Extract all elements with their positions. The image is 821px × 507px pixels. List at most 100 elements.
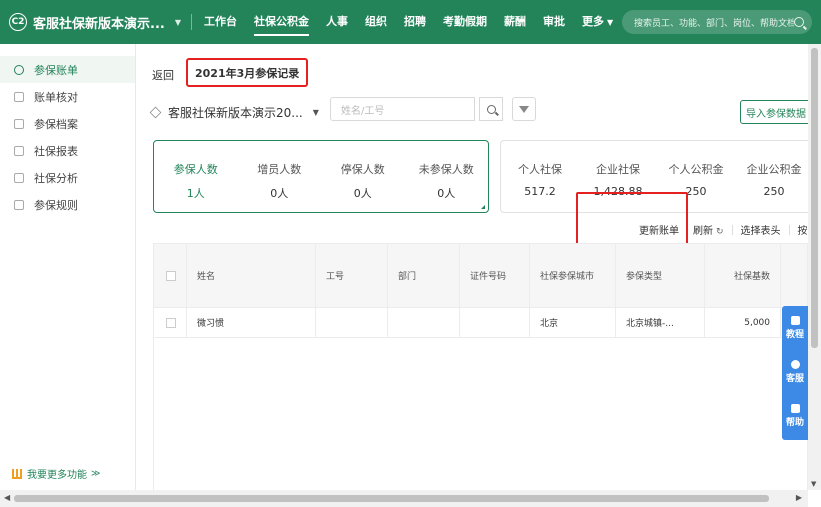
sidebar: 参保账单 账单核对 参保档案 社保报表 社保分析 参保规则 我要更多功能 ≫ xyxy=(0,44,136,507)
column-header-name[interactable]: 姓名 xyxy=(187,244,316,307)
sidebar-item-label: 参保账单 xyxy=(34,63,78,77)
stat-uninsured-count[interactable]: 未参保人数 0人 xyxy=(405,141,489,212)
chart-bars-icon xyxy=(12,468,22,479)
sidebar-item-label: 参保档案 xyxy=(34,117,78,131)
column-header-base[interactable]: 社保基数 xyxy=(705,244,781,307)
refresh-icon: ↻ xyxy=(716,227,724,237)
back-link[interactable]: 返回 xyxy=(152,67,174,83)
corner-marker xyxy=(481,205,485,209)
scroll-down-icon[interactable]: ▼ xyxy=(811,480,816,488)
cell-id xyxy=(460,308,530,337)
scroll-right-icon[interactable]: ▶ xyxy=(796,493,802,502)
stat-label: 停保人数 xyxy=(340,163,385,176)
nav-item-org[interactable]: 组织 xyxy=(365,0,387,44)
tutorial-button[interactable]: 教程 xyxy=(782,306,808,350)
select-all-checkbox[interactable] xyxy=(166,270,176,281)
more-features-label: 我要更多功能 xyxy=(27,470,87,481)
help-button[interactable]: 帮助 xyxy=(782,394,808,438)
stat-added-count[interactable]: 增员人数 0人 xyxy=(238,141,322,212)
book-icon xyxy=(790,316,800,325)
cell-dept xyxy=(388,308,460,337)
help-panel: 教程 客服 帮助 xyxy=(782,306,808,440)
page-title: 2021年3月参保记录 xyxy=(186,58,309,87)
stat-value: 0人 xyxy=(353,187,372,200)
sidebar-item-bill[interactable]: 参保账单 xyxy=(0,56,135,83)
chevron-down-icon[interactable]: ▼ xyxy=(175,18,181,27)
app-logo[interactable]: C2 xyxy=(9,13,27,31)
customer-service-button[interactable]: 客服 xyxy=(782,350,808,394)
headcount-stats-card: 参保人数 1人 增员人数 0人 停保人数 0人 未参保人数 0人 xyxy=(153,140,489,213)
stat-value: 1人 xyxy=(186,187,205,200)
gear-icon xyxy=(14,199,24,210)
stat-label: 参保人数 xyxy=(173,163,218,176)
scrollbar-thumb[interactable] xyxy=(811,48,818,348)
more-features-link[interactable]: 我要更多功能 ≫ xyxy=(12,466,100,481)
name-search-input[interactable]: 姓名/工号 xyxy=(330,97,475,121)
cell-type: 北京城镇-... xyxy=(616,308,705,337)
cell-name: 微习惯 xyxy=(187,308,316,337)
sidebar-item-bill-check[interactable]: 账单核对 xyxy=(0,83,135,110)
divider xyxy=(731,224,733,235)
nav-item-hr[interactable]: 人事 xyxy=(326,0,348,44)
stat-label: 未参保人数 xyxy=(418,163,474,176)
column-header-city[interactable]: 社保参保城市 xyxy=(530,244,616,307)
stat-stopped-count[interactable]: 停保人数 0人 xyxy=(321,141,405,212)
company-name: 客服社保新版本演示20... xyxy=(168,106,303,120)
search-icon xyxy=(486,104,496,114)
filter-button[interactable] xyxy=(512,97,536,121)
vertical-scrollbar[interactable]: ▼ xyxy=(808,44,821,490)
archive-icon xyxy=(14,118,24,129)
horizontal-scrollbar[interactable]: ◀ ▶ xyxy=(0,490,808,507)
layers-icon xyxy=(149,106,162,119)
search-icon[interactable] xyxy=(794,17,804,27)
nav-item-social-security[interactable]: 社保公积金 xyxy=(253,0,309,44)
sidebar-item-analysis[interactable]: 社保分析 xyxy=(0,164,135,191)
stat-insured-count[interactable]: 参保人数 1人 xyxy=(154,141,238,212)
scroll-left-icon[interactable]: ◀ xyxy=(4,493,10,502)
cell-no xyxy=(316,308,388,337)
table-header: 姓名 工号 部门 证件号码 社保参保城市 参保类型 社保基数 xyxy=(154,244,807,308)
row-checkbox[interactable] xyxy=(166,317,176,328)
cell-city: 北京 xyxy=(530,308,616,337)
stat-personal-social: 个人社保 517.2 xyxy=(501,141,579,212)
nav-item-recruit[interactable]: 招聘 xyxy=(404,0,426,44)
help-label: 客服 xyxy=(785,374,804,384)
help-label: 帮助 xyxy=(785,418,804,428)
highlight-box xyxy=(576,192,688,247)
double-chevron-right-icon: ≫ xyxy=(91,468,101,479)
import-data-button[interactable]: 导入参保数据 xyxy=(740,100,812,124)
bar-chart-icon xyxy=(14,172,24,183)
global-search-input[interactable]: 搜索员工、功能、部门、岗位、帮助文档 xyxy=(622,10,812,34)
scrollbar-thumb[interactable] xyxy=(14,495,769,502)
table-actions: 更新账单 刷新 ↻ 选择表头 按 xyxy=(639,222,808,237)
app-name[interactable]: 客服社保新版本演示... xyxy=(33,13,165,32)
divider xyxy=(788,224,790,235)
nav-item-more[interactable]: 更多 ▼ xyxy=(582,0,613,44)
sidebar-item-rules[interactable]: 参保规则 xyxy=(0,191,135,218)
cell-base: 5,000 xyxy=(705,308,781,337)
column-header-no[interactable]: 工号 xyxy=(316,244,388,307)
top-bar: C2 客服社保新版本演示... ▼ 工作台 社保公积金 人事 组织 招聘 考勤假… xyxy=(0,0,821,44)
report-icon xyxy=(14,145,24,156)
refresh-label: 刷新 xyxy=(693,226,713,237)
more-action-button[interactable]: 按 xyxy=(798,222,808,237)
choose-header-button[interactable]: 选择表头 xyxy=(741,222,781,237)
column-header-dept[interactable]: 部门 xyxy=(388,244,460,307)
search-button[interactable] xyxy=(479,97,503,121)
nav-item-attendance[interactable]: 考勤假期 xyxy=(443,0,487,44)
sidebar-item-label: 社保分析 xyxy=(34,171,78,185)
table-row[interactable]: 微习惯 北京 北京城镇-... 5,000 xyxy=(154,308,807,338)
nav-item-salary[interactable]: 薪酬 xyxy=(504,0,526,44)
stat-label: 增员人数 xyxy=(257,163,302,176)
column-header-type[interactable]: 参保类型 xyxy=(616,244,705,307)
bill-icon xyxy=(14,64,24,75)
company-select[interactable]: 客服社保新版本演示20... ▼ xyxy=(149,104,319,121)
nav-item-approval[interactable]: 审批 xyxy=(543,0,565,44)
global-search-placeholder: 搜索员工、功能、部门、岗位、帮助文档 xyxy=(634,18,794,29)
nav-item-workbench[interactable]: 工作台 xyxy=(204,0,237,44)
update-bill-button[interactable]: 更新账单 xyxy=(639,222,679,237)
sidebar-item-archive[interactable]: 参保档案 xyxy=(0,110,135,137)
sidebar-item-report[interactable]: 社保报表 xyxy=(0,137,135,164)
refresh-button[interactable]: 刷新 ↻ xyxy=(693,222,724,237)
column-header-id[interactable]: 证件号码 xyxy=(460,244,530,307)
